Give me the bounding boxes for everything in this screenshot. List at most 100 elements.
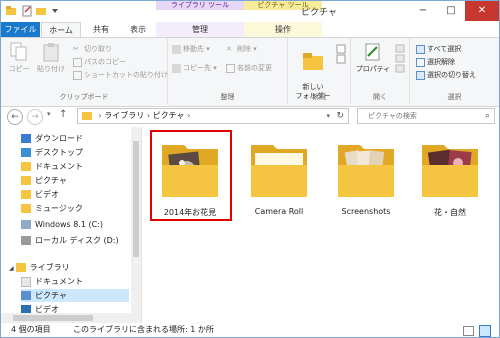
copy-path-button[interactable]: パスのコピー bbox=[73, 57, 126, 67]
folder-item[interactable]: 花・自然 bbox=[410, 131, 490, 221]
sidebar-item-pictures[interactable]: ピクチャ bbox=[21, 174, 67, 187]
item-count: 4 個の項目 bbox=[11, 325, 51, 334]
copy-path-icon bbox=[73, 57, 82, 67]
vertical-scroll-thumb[interactable] bbox=[133, 141, 139, 257]
horizontal-scroll-thumb[interactable] bbox=[13, 315, 93, 321]
select-all-label: すべて選択 bbox=[427, 45, 462, 53]
rename-label: 名前の変更 bbox=[237, 64, 272, 72]
sidebar-item-libraries[interactable]: ◢ ライブラリ bbox=[9, 261, 70, 274]
music-folder-icon bbox=[21, 204, 31, 213]
title-bar: ライブラリ ツール ピクチャ ツール ピクチャ − □ ✕ bbox=[1, 1, 499, 22]
address-segment-pictures[interactable]: ピクチャ bbox=[153, 111, 185, 120]
drive-d-icon bbox=[21, 236, 31, 245]
ribbon-tabs: ファイル ホーム 共有 表示 管理 操作 bbox=[1, 22, 499, 37]
library-documents-icon bbox=[21, 276, 31, 287]
address-bar[interactable]: › ライブラリ › ピクチャ › ▾ ↻ bbox=[77, 108, 349, 124]
customize-quick-access-icon[interactable] bbox=[49, 5, 61, 17]
select-none-button[interactable]: 選択解除 bbox=[416, 57, 455, 67]
folder-name: 花・自然 bbox=[434, 208, 466, 217]
photo-folder-icon bbox=[162, 145, 218, 197]
close-button[interactable]: ✕ bbox=[465, 1, 499, 21]
tab-manage[interactable]: 管理 bbox=[156, 22, 244, 37]
large-icons-view-icon[interactable] bbox=[479, 325, 491, 337]
organize-group-label: 整理 bbox=[220, 93, 235, 101]
properties-button[interactable]: プロパティ bbox=[355, 42, 391, 74]
sidebar-item-label: デスクトップ bbox=[35, 148, 83, 157]
select-all-icon bbox=[416, 44, 425, 54]
sidebar-item-drive-c[interactable]: Windows 8.1 (C:) bbox=[21, 218, 103, 231]
properties-label: プロパティ bbox=[355, 65, 391, 73]
delete-button[interactable]: ✕ 削除 ▾ bbox=[226, 44, 257, 54]
copy-to-label: コピー先 ▾ bbox=[183, 64, 217, 72]
sidebar-item-label: ライブラリ bbox=[29, 263, 70, 272]
recent-locations-icon[interactable]: ▾ bbox=[47, 110, 51, 118]
sidebar-item-downloads[interactable]: ダウンロード bbox=[21, 132, 83, 145]
folder-item[interactable]: Camera Roll bbox=[239, 131, 319, 221]
invert-selection-icon bbox=[416, 70, 425, 80]
sidebar-item-label: ピクチャ bbox=[35, 176, 67, 185]
cut-button[interactable]: ✂ 切り取り bbox=[73, 44, 112, 54]
sidebar-item-label: ドキュメント bbox=[35, 277, 83, 286]
drive-c-icon bbox=[21, 220, 31, 229]
tab-home[interactable]: ホーム bbox=[41, 22, 81, 37]
address-dropdown-icon[interactable]: ▾ bbox=[326, 109, 330, 123]
paste-button[interactable]: 貼り付け bbox=[36, 42, 66, 74]
library-icon bbox=[15, 263, 26, 272]
folder-item[interactable]: Screenshots bbox=[326, 131, 406, 221]
copy-button[interactable]: コピー bbox=[7, 42, 31, 74]
up-button[interactable]: ↑ bbox=[59, 109, 67, 120]
open-group: プロパティ 開く bbox=[351, 38, 410, 104]
paste-shortcut-button[interactable]: ショートカットの貼り付け bbox=[73, 70, 168, 80]
tab-file[interactable]: ファイル bbox=[1, 22, 40, 37]
invert-selection-button[interactable]: 選択の切り替え bbox=[416, 70, 476, 80]
move-to-button[interactable]: 移動先 ▾ bbox=[172, 44, 210, 54]
search-box[interactable]: ピクチャの検索 ⌕ bbox=[357, 108, 495, 124]
back-button[interactable]: ← bbox=[7, 109, 23, 125]
new-item-icon[interactable] bbox=[336, 44, 346, 64]
copy-to-icon bbox=[172, 63, 181, 73]
collapse-arrow-icon[interactable]: ◢ bbox=[9, 265, 14, 272]
select-none-icon bbox=[416, 57, 425, 67]
navigation-vertical-scrollbar[interactable] bbox=[131, 127, 141, 323]
open-options-icon[interactable] bbox=[395, 44, 405, 74]
minimize-button[interactable]: − bbox=[409, 1, 437, 21]
sidebar-item-documents[interactable]: ドキュメント bbox=[21, 160, 83, 173]
sidebar-item-desktop[interactable]: デスクトップ bbox=[21, 146, 83, 159]
tab-share[interactable]: 共有 bbox=[83, 22, 119, 37]
sidebar-item-label: ドキュメント bbox=[35, 162, 83, 171]
properties-quick-icon[interactable] bbox=[21, 5, 33, 17]
navigation-bar: ← → ▾ ↑ › ライブラリ › ピクチャ › ▾ ↻ ピクチャの検索 ⌕ bbox=[1, 106, 499, 126]
folder-item[interactable]: 2014年お花見 bbox=[150, 131, 230, 221]
navigation-horizontal-scrollbar[interactable] bbox=[1, 313, 141, 323]
folder-name: 2014年お花見 bbox=[163, 208, 217, 217]
paste-icon bbox=[43, 43, 59, 62]
sidebar-item-music[interactable]: ミュージック bbox=[21, 202, 83, 215]
photo-folder-icon bbox=[422, 145, 478, 197]
organize-group: 移動先 ▾ コピー先 ▾ ✕ 削除 ▾ 名前の変更 整理 bbox=[168, 38, 288, 104]
tab-operate[interactable]: 操作 bbox=[244, 22, 322, 37]
folder-name: Screenshots bbox=[341, 207, 391, 216]
sidebar-item-lib-pictures[interactable]: ピクチャ bbox=[21, 289, 129, 302]
sidebar-item-videos[interactable]: ビデオ bbox=[21, 188, 59, 201]
select-group-label: 選択 bbox=[447, 93, 462, 101]
sidebar-item-lib-documents[interactable]: ドキュメント bbox=[21, 275, 83, 288]
search-icon[interactable]: ⌕ bbox=[485, 109, 490, 123]
sidebar-item-label: ピクチャ bbox=[35, 291, 67, 300]
tab-view[interactable]: 表示 bbox=[121, 22, 155, 37]
maximize-button[interactable]: □ bbox=[437, 1, 465, 21]
paste-label: 貼り付け bbox=[37, 65, 65, 73]
rename-button[interactable]: 名前の変更 bbox=[226, 63, 272, 73]
search-placeholder: ピクチャの検索 bbox=[368, 112, 417, 120]
new-folder-quick-icon[interactable] bbox=[35, 5, 47, 17]
forward-button[interactable]: → bbox=[27, 109, 43, 125]
select-all-button[interactable]: すべて選択 bbox=[416, 44, 461, 54]
explorer-window: ライブラリ ツール ピクチャ ツール ピクチャ − □ ✕ ファイル ホーム 共… bbox=[0, 0, 500, 338]
sidebar-item-drive-d[interactable]: ローカル ディスク (D:) bbox=[21, 234, 119, 247]
copy-to-button[interactable]: コピー先 ▾ bbox=[172, 63, 217, 73]
details-view-icon[interactable] bbox=[463, 326, 474, 336]
address-segment-libraries[interactable]: ライブラリ bbox=[104, 111, 144, 120]
delete-x-icon: ✕ bbox=[226, 44, 232, 53]
refresh-icon[interactable]: ↻ bbox=[336, 109, 344, 123]
cut-label: 切り取り bbox=[84, 45, 112, 53]
documents-folder-icon bbox=[21, 162, 31, 171]
